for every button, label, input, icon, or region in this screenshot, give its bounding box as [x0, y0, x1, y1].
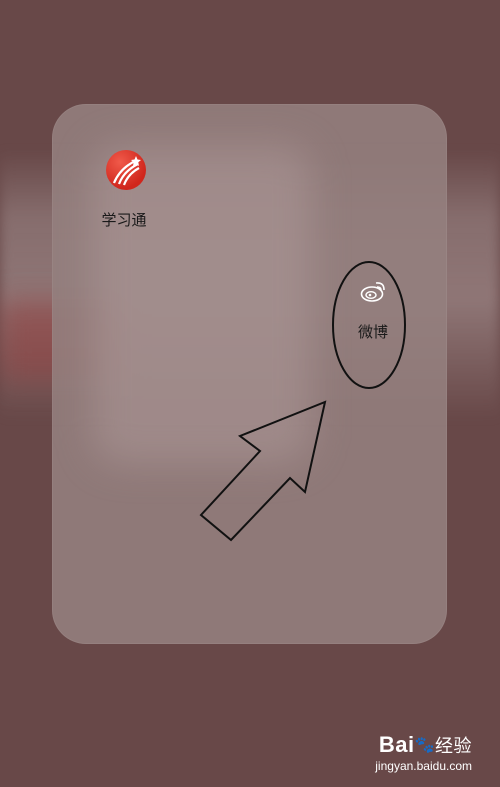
watermark-brand-prefix: Bai	[378, 732, 415, 757]
app-folder: 学习通 微博	[52, 104, 447, 644]
watermark-url: jingyan.baidu.com	[375, 759, 472, 773]
app-label-weibo: 微博	[357, 323, 388, 341]
app-weibo[interactable]: 微博	[348, 279, 398, 342]
paw-icon: 🐾	[414, 737, 435, 754]
xuexitong-icon[interactable]	[106, 150, 146, 190]
app-label-xuexitong: 学习通	[101, 211, 147, 229]
app-xuexitong[interactable]: 学习通	[98, 150, 154, 230]
watermark-brand-suffix: 经验	[435, 736, 472, 756]
baidu-jingyan-watermark: Bai🐾经验 jingyan.baidu.com	[375, 732, 472, 773]
weibo-icon[interactable]	[359, 279, 387, 303]
watermark-brand: Bai🐾经验	[375, 732, 472, 758]
